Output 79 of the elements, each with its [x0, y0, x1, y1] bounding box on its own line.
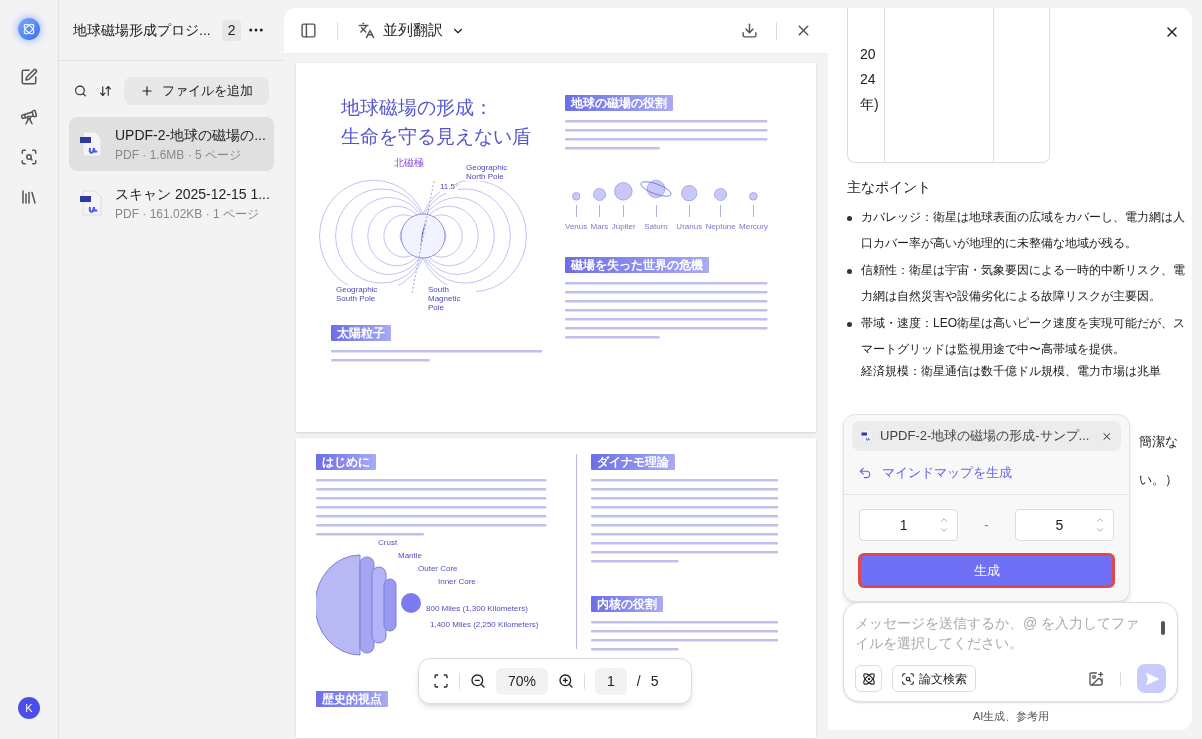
translate-dropdown[interactable]: 並列翻訳 — [358, 19, 465, 42]
generate-button[interactable]: 生成 — [858, 553, 1115, 588]
page-number-field[interactable]: 1 — [595, 667, 627, 695]
diagram-label: Geographic South Pole — [336, 285, 398, 303]
bullet-text: カバレッジ：衛星は地球表面の広域をカバーし、電力網は人口カバー率が高いが地理的に未整備な地域が残る。 — [861, 209, 1186, 252]
file-name: UPDF-2-地球の磁場の形成-サンプ... — [880, 427, 1090, 446]
message-input[interactable]: メッセージを送信するか、@ を入力してファイルを選択してください。 — [855, 613, 1152, 657]
range-dash: - — [984, 516, 989, 535]
planet-label: Venus — [565, 221, 588, 233]
planet-label: Uranus — [676, 221, 703, 233]
file-name: UPDF-2-地球の磁場の... — [115, 125, 266, 145]
section-heading: 歴史的視点 — [316, 691, 388, 707]
section-heading: 磁場を失った世界の危機 — [565, 257, 709, 273]
disclaimer-text: AI生成、参考用 — [973, 709, 1050, 724]
planet-label: Mercury — [739, 221, 768, 233]
field-value: 1 — [898, 515, 909, 535]
diagram-label: 1,400 Miles (2,250 Kilometers) — [430, 619, 539, 631]
send-icon — [1144, 671, 1159, 686]
section-heading: はじめに — [316, 454, 376, 470]
diagram-label: 北磁極 — [394, 156, 424, 170]
bullet-text: 信頼性：衛星は宇宙・気象要因による一時的中断リスク、電力網は自然災害や設備劣化による故障リスクが主要因。 — [861, 262, 1186, 305]
logo-icon — [22, 22, 36, 36]
pdf-file-icon — [79, 130, 103, 158]
translate-icon — [358, 22, 375, 39]
diagram-label: 11.5° — [440, 181, 459, 193]
field-value: 5 — [1054, 515, 1065, 535]
section-heading: 主なポイント — [847, 178, 932, 197]
section-heading: 太陽粒子 — [331, 325, 391, 341]
bullet-text: 帯域・速度：LEO衛星は高いピーク速度を実現可能だが、スマートグリッドは監視用途で中〜高帯域を提供。 — [861, 315, 1186, 358]
planet-label: Saturn — [644, 221, 668, 233]
diagram-label: South Magnetic Pole — [428, 285, 476, 312]
pdf-file-icon — [79, 189, 103, 217]
telescope-icon[interactable] — [20, 108, 38, 126]
add-file-button[interactable]: ファイルを追加 — [124, 77, 269, 105]
planet-label: Jupiter — [611, 221, 636, 233]
message-field[interactable]: メッセージを送信するか、@ を入力してファイルを選択してください。 論文検索 — [843, 602, 1178, 702]
section-heading: 内核の役割 — [591, 596, 663, 612]
plus-icon — [140, 84, 154, 98]
page-total: 5 — [650, 671, 659, 691]
document-title: 生命を守る見えない盾 — [341, 125, 532, 149]
section-heading: 地球の磁場の役割 — [565, 95, 673, 111]
chat-text: 経済規模：衛星通信は数千億ドル規模、電力市場は兆単 — [861, 363, 1162, 380]
planet-label: Neptune — [705, 221, 736, 233]
scan-search-icon — [901, 671, 915, 686]
project-title: 地球磁場形成プロジ... — [73, 20, 211, 40]
page-separator: / — [636, 671, 641, 691]
download-icon[interactable] — [741, 22, 758, 39]
library-icon[interactable] — [20, 188, 38, 206]
chat-text: い。） — [1139, 470, 1178, 489]
zoom-out-icon[interactable] — [470, 673, 486, 689]
file-meta: PDF · 1.6MB · 5 ページ — [115, 146, 243, 164]
paper-search-button[interactable]: 論文検索 — [892, 665, 976, 692]
file-count: 2 — [221, 19, 242, 41]
user-avatar[interactable]: K — [18, 697, 40, 719]
edit-icon[interactable] — [20, 68, 38, 86]
file-item[interactable]: スキャン 2025-12-15 1... PDF · 161.02KB · 1 ページ — [69, 176, 274, 230]
search-icon[interactable] — [74, 83, 87, 99]
section-heading: ダイナモ理論 — [591, 454, 675, 470]
file-item[interactable]: UPDF-2-地球の磁場の... PDF · 1.6MB · 5 ページ — [69, 117, 274, 171]
file-meta: PDF · 161.02KB · 1 ページ — [115, 205, 261, 223]
fit-page-icon[interactable] — [433, 673, 449, 689]
table-cell-text: 2024年) — [860, 45, 878, 114]
diagram-label: 800 Miles (1,300 Kilometers) — [426, 603, 528, 615]
file-name: スキャン 2025-12-15 1... — [115, 184, 270, 204]
pdf-file-icon — [860, 429, 874, 443]
planet-label: Mars — [590, 221, 609, 233]
document-title: 地球磁場の形成： — [341, 96, 494, 120]
sort-icon[interactable] — [99, 83, 112, 99]
zoom-level[interactable]: 70% — [496, 667, 549, 695]
zoom-in-icon[interactable] — [558, 673, 575, 689]
chat-text: 簡潔な — [1139, 433, 1178, 451]
app-logo[interactable] — [18, 18, 40, 40]
sidebar-toggle-icon[interactable] — [300, 22, 317, 39]
image-plus-icon[interactable] — [1088, 670, 1104, 687]
mindmap-action[interactable]: マインドマップを生成 — [844, 451, 1129, 495]
scan-search-icon[interactable] — [20, 148, 38, 166]
return-arrow-icon — [858, 465, 872, 480]
atom-button[interactable] — [855, 665, 882, 692]
atom-icon — [861, 671, 876, 686]
